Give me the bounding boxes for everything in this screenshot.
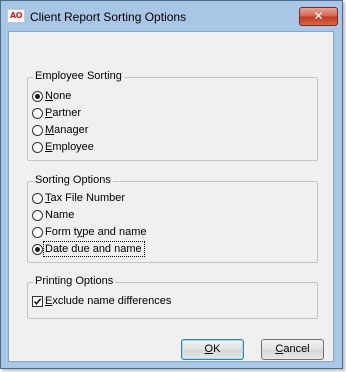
radio-tax-file-number-label: Tax File Number bbox=[45, 192, 126, 204]
checkbox-exclude-name-differences[interactable]: Exclude name differences bbox=[32, 293, 171, 309]
radio-date-due-and-name-label: Date due and name bbox=[43, 241, 145, 257]
radio-date-due-and-name[interactable]: Date due and name bbox=[32, 241, 145, 257]
dialog-window: AO Client Report Sorting Options ✕ Emplo… bbox=[0, 0, 343, 369]
radio-none-label: None bbox=[45, 90, 72, 102]
dialog-content: Employee Sorting None Partner Manager Em… bbox=[8, 31, 334, 362]
radio-name-indicator[interactable] bbox=[32, 209, 43, 221]
radio-partner-indicator[interactable] bbox=[32, 107, 43, 119]
radio-form-type-and-name-indicator[interactable] bbox=[32, 226, 43, 238]
employee-sorting-legend: Employee Sorting bbox=[33, 70, 124, 82]
radio-none[interactable]: None bbox=[32, 88, 71, 104]
radio-partner-label: Partner bbox=[45, 107, 82, 119]
radio-manager-label: Manager bbox=[45, 124, 89, 136]
radio-manager[interactable]: Manager bbox=[32, 122, 88, 138]
checkbox-exclude-name-differences-box[interactable] bbox=[32, 295, 43, 307]
radio-tax-file-number[interactable]: Tax File Number bbox=[32, 190, 125, 206]
radio-tax-file-number-indicator[interactable] bbox=[32, 192, 43, 204]
window-title: Client Report Sorting Options bbox=[30, 10, 187, 24]
radio-none-indicator[interactable] bbox=[32, 90, 43, 102]
employee-sorting-group: Employee Sorting None Partner Manager Em… bbox=[27, 70, 318, 161]
ok-button[interactable]: OK bbox=[181, 339, 244, 360]
radio-employee-indicator[interactable] bbox=[32, 141, 43, 153]
checkmark-icon bbox=[33, 297, 42, 305]
radio-name[interactable]: Name bbox=[32, 207, 74, 223]
close-button[interactable]: ✕ bbox=[299, 7, 338, 26]
checkbox-exclude-name-differences-label: Exclude name differences bbox=[45, 295, 172, 307]
radio-date-due-and-name-indicator[interactable] bbox=[32, 243, 43, 255]
cancel-button[interactable]: Cancel bbox=[261, 339, 324, 360]
radio-employee-label: Employee bbox=[45, 141, 94, 153]
radio-name-label: Name bbox=[45, 209, 75, 221]
sorting-options-group: Sorting Options Tax File Number Name For… bbox=[27, 174, 318, 263]
title-bar[interactable]: AO Client Report Sorting Options ✕ bbox=[1, 1, 342, 31]
app-icon: AO bbox=[7, 9, 25, 23]
radio-form-type-and-name[interactable]: Form type and name bbox=[32, 224, 147, 240]
radio-manager-indicator[interactable] bbox=[32, 124, 43, 136]
printing-options-group: Printing Options Exclude name difference… bbox=[27, 275, 318, 319]
sorting-options-legend: Sorting Options bbox=[33, 174, 113, 186]
printing-options-legend: Printing Options bbox=[33, 275, 116, 287]
radio-employee[interactable]: Employee bbox=[32, 139, 94, 155]
radio-partner[interactable]: Partner bbox=[32, 105, 81, 121]
radio-form-type-and-name-label: Form type and name bbox=[45, 226, 147, 238]
